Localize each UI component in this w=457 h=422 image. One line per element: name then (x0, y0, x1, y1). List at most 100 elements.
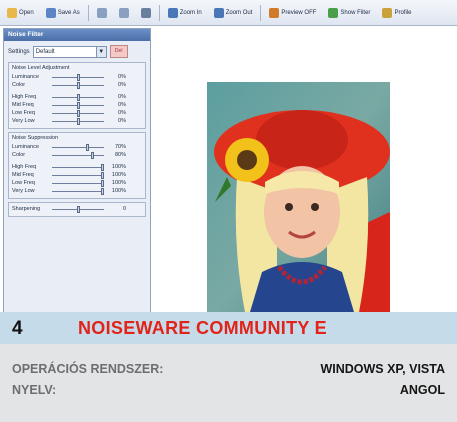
slider-thumb[interactable] (76, 109, 80, 117)
slider-thumb[interactable] (91, 151, 95, 159)
slider-track[interactable] (52, 73, 104, 81)
slider-track[interactable] (52, 205, 104, 213)
toolbar-button-0[interactable]: Open (3, 3, 38, 23)
slider-track[interactable] (52, 171, 104, 179)
slider-label: Low Freq (12, 110, 35, 116)
slider-row: Luminance 70% (12, 143, 142, 151)
slider-track[interactable] (52, 101, 104, 109)
slider-row: Luminance 0% (12, 73, 142, 81)
toolbar: Open Save As Zoom In Zoom Out Preview OFF Sho… (0, 0, 457, 26)
slider-thumb[interactable] (76, 73, 80, 81)
slider-thumb[interactable] (76, 81, 80, 89)
language-label: NYELV: (12, 383, 57, 397)
undo-icon (140, 7, 151, 18)
slider-label: Mid Freq (12, 102, 34, 108)
slider-thumb[interactable] (76, 93, 80, 101)
slider-label: Color (12, 82, 26, 88)
toolbar-button-6[interactable]: Zoom Out (210, 3, 257, 23)
toolbar-separator (87, 4, 89, 21)
slider-row: Very Low 0% (12, 117, 142, 125)
clipboard-icon (118, 7, 129, 18)
slider-label: Low Freq (12, 180, 35, 186)
slider-track[interactable] (52, 117, 104, 125)
slider-track[interactable] (52, 143, 104, 151)
slider-thumb[interactable] (76, 117, 80, 125)
slider-row: Very Low 100% (12, 187, 142, 195)
slider-row: Mid Freq 0% (12, 101, 142, 109)
toolbar-button-label: Zoom Out (225, 9, 253, 16)
os-value: WINDOWS XP, VISTA (320, 362, 445, 376)
slider-value: 0% (118, 110, 126, 116)
slider-label: High Freq (12, 164, 37, 170)
noise-filter-panel: Noise Filter Settings Default ▼ Del Nois… (3, 28, 151, 312)
slider-thumb[interactable] (86, 143, 90, 151)
slider-label: Color (12, 152, 26, 158)
settings-row: Settings Default ▼ Del (8, 45, 146, 58)
slider-thumb[interactable] (101, 187, 104, 195)
slider-label: Luminance (12, 144, 39, 150)
slider-track[interactable] (52, 187, 104, 195)
caption-band: 4 NOISEWARE COMMUNITY E (0, 312, 457, 344)
slider-value: 0% (118, 118, 126, 124)
slider-row: Sharpening 0 (12, 205, 142, 213)
group-title: Noise Suppression (12, 135, 59, 141)
caption-box: 4 NOISEWARE COMMUNITY E OPERÁCIÓS RENDSZ… (0, 312, 457, 422)
slider-track[interactable] (52, 109, 104, 117)
slider-track[interactable] (52, 163, 104, 171)
slider-track[interactable] (52, 81, 104, 89)
delete-profile-button[interactable]: Del (109, 45, 128, 58)
slider-track[interactable] (52, 151, 104, 159)
slider-row: Color 0% (12, 81, 142, 89)
copy-icon (96, 7, 107, 18)
slider-thumb[interactable] (101, 171, 104, 179)
info-row-os: OPERÁCIÓS RENDSZER: WINDOWS XP, VISTA (12, 362, 445, 376)
toolbar-button-label: Profile (394, 9, 412, 16)
zoom-out-icon (213, 7, 224, 18)
slider-track[interactable] (52, 93, 104, 101)
preview-photo (207, 82, 390, 312)
profile-icon (382, 7, 393, 18)
slider-thumb[interactable] (76, 101, 80, 109)
slider-row: High Freq 100% (12, 163, 142, 171)
panel-title: Noise Filter (4, 29, 150, 41)
slider-label: Sharpening (12, 206, 41, 212)
slider-thumb[interactable] (101, 163, 104, 171)
chevron-down-icon[interactable]: ▼ (95, 46, 106, 57)
slider-groups: Noise Level Adjustment Luminance 0% Color 0%… (4, 62, 150, 217)
slider-label: Mid Freq (12, 172, 34, 178)
language-value: ANGOL (399, 383, 445, 397)
slider-group: Noise Suppression Luminance 70% Color 80% Hig… (8, 132, 146, 199)
toolbar-button-2[interactable] (93, 3, 111, 23)
filter-icon (328, 7, 339, 18)
slider-label: High Freq (12, 94, 37, 100)
toolbar-button-9[interactable]: Profile (378, 3, 415, 23)
folder-icon (7, 7, 17, 18)
toolbar-button-8[interactable]: Show Filter (324, 3, 374, 23)
toolbar-button-1[interactable]: Save As (42, 3, 84, 23)
toolbar-button-5[interactable]: Zoom In (164, 3, 206, 23)
slider-thumb[interactable] (76, 205, 80, 213)
slider-label: Very Low (12, 118, 35, 124)
slider-value: 0% (118, 94, 126, 100)
slider-row: Color 80% (12, 151, 142, 159)
toolbar-button-7[interactable]: Preview OFF (265, 3, 320, 23)
slider-value: 100% (111, 172, 126, 178)
toolbar-button-3[interactable] (115, 3, 133, 23)
product-title: NOISEWARE COMMUNITY E (78, 318, 327, 338)
slider-value: 70% (114, 144, 126, 150)
slider-value: 80% (114, 152, 126, 158)
settings-label: Settings (8, 48, 30, 55)
toolbar-button-4[interactable] (137, 3, 155, 23)
slider-row: Mid Freq 100% (12, 171, 142, 179)
toolbar-button-label: Preview OFF (281, 9, 317, 16)
save-icon (45, 7, 56, 18)
toolbar-separator (158, 4, 160, 21)
slider-track[interactable] (52, 179, 104, 187)
slider-group: Sharpening 0 (8, 202, 146, 217)
info-row-language: NYELV: ANGOL (12, 383, 445, 397)
slider-value: 0% (118, 82, 126, 88)
slider-row: Low Freq 0% (12, 109, 142, 117)
settings-select[interactable]: Default ▼ (32, 45, 107, 58)
toolbar-button-label: Open (19, 9, 34, 16)
slider-thumb[interactable] (101, 179, 104, 187)
